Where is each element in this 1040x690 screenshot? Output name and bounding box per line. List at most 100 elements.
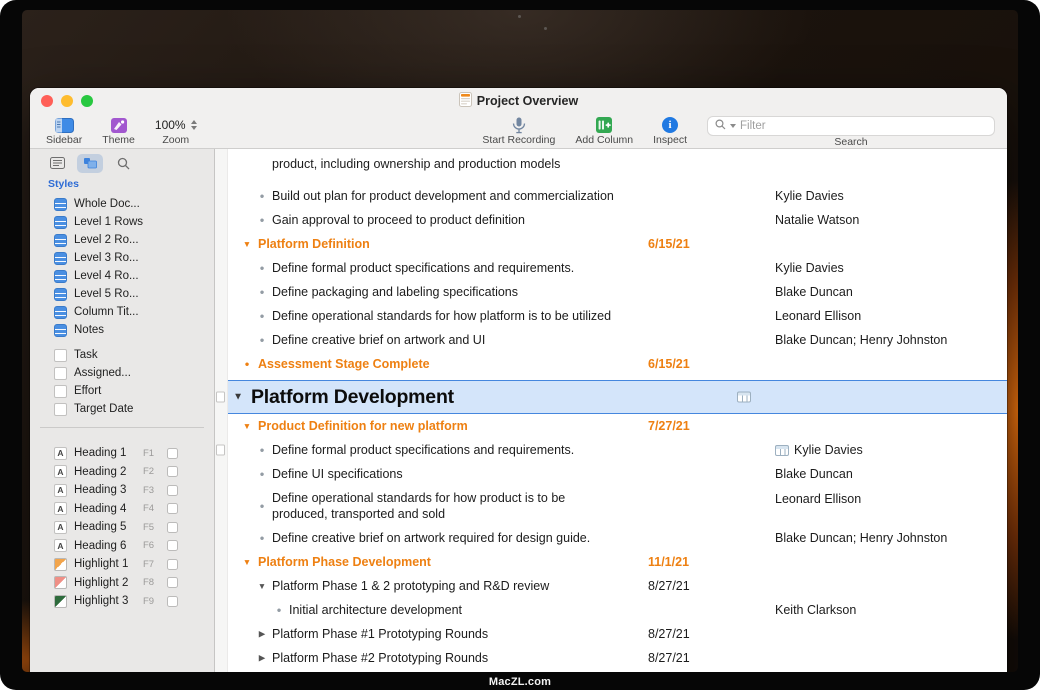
named-style-item[interactable]: AHeading 1F1 [30,444,214,463]
style-preview-icon [54,216,67,229]
outline-row[interactable]: •Define formal product specifications an… [228,438,1007,462]
style-item[interactable]: Effort [30,382,214,400]
filter-input[interactable] [740,120,987,132]
toolbar: Sidebar Theme 100% [30,114,1007,149]
tab-styles[interactable] [77,154,103,173]
row-handle-bullet[interactable]: • [272,603,286,618]
outline-row[interactable]: •Assessment Stage Complete6/15/21 [228,352,1007,376]
outline-row[interactable]: ▼Platform Phase 1 & 2 prototyping and R&… [228,574,1007,598]
row-handle-bullet[interactable]: • [240,357,254,372]
style-item[interactable]: Notes [30,321,214,339]
zoom-stepper-icon[interactable] [191,120,197,130]
assigned-name: Leonard Ellison [775,492,861,506]
disclosure-triangle-collapsed-icon[interactable]: ▶ [255,629,269,640]
fullscreen-button[interactable] [81,95,93,107]
outline-row-selected[interactable]: ▼Platform Development [228,380,1007,414]
filter-field[interactable] [707,116,995,136]
minimize-button[interactable] [61,95,73,107]
disclosure-triangle-expanded-icon[interactable]: ▼ [231,392,245,403]
outline-row[interactable]: •Define formal product specifications an… [228,256,1007,280]
row-handle-bullet[interactable]: • [255,309,269,324]
row-handle-bullet[interactable]: • [255,499,269,514]
named-style-item[interactable]: AHeading 2F2 [30,463,214,482]
disclosure-triangle-collapsed-icon[interactable]: ▶ [255,653,269,664]
outline-row[interactable]: •Gain approval to proceed to product def… [228,208,1007,232]
outline-row[interactable]: •Define creative brief on artwork requir… [228,526,1007,550]
style-item[interactable]: Level 1 Rows [30,213,214,231]
style-item[interactable]: Assigned... [30,364,214,382]
tab-contents[interactable] [44,154,70,173]
style-item[interactable]: Whole Doc... [30,195,214,213]
style-item[interactable]: Column Tit... [30,303,214,321]
outline-row[interactable]: •Define UI specificationsBlake Duncan [228,462,1007,486]
style-item[interactable]: Target Date [30,400,214,418]
inspect-button[interactable]: i Inspect [653,116,687,146]
outline-row[interactable]: ▶Platform Phase #1 Prototyping Rounds8/2… [228,622,1007,646]
style-checkbox[interactable] [167,577,178,588]
style-checkbox[interactable] [167,540,178,551]
add-column-button[interactable]: Add Column [575,116,633,146]
assigned-name: Blake Duncan; Henry Johnston [775,531,947,545]
outline-row[interactable]: ▼Product Definition for new platform7/27… [228,414,1007,438]
outline-row[interactable]: ▶Platform Phase #2 Prototyping Rounds8/2… [228,646,1007,670]
outline-row[interactable]: •Define creative brief on artwork and UI… [228,328,1007,352]
start-recording-button[interactable]: Start Recording [482,116,555,146]
chevron-down-icon[interactable] [730,124,736,128]
outline-row[interactable]: •Define packaging and labeling specifica… [228,280,1007,304]
outline-row[interactable]: ▼Platform Definition6/15/21 [228,232,1007,256]
row-handle-bullet[interactable]: • [255,443,269,458]
named-style-item[interactable]: AHeading 6F6 [30,537,214,556]
style-checkbox[interactable] [167,466,178,477]
attachment-table-icon[interactable] [737,392,751,403]
outline-rows: product, including ownership and product… [228,149,1007,672]
named-style-item[interactable]: AHeading 4F4 [30,500,214,519]
outline-row[interactable]: ▼Platform Phase Development11/1/21 [228,550,1007,574]
note-gutter-icon[interactable] [216,445,225,456]
row-handle-bullet[interactable]: • [255,333,269,348]
disclosure-triangle-expanded-icon[interactable]: ▼ [255,581,269,591]
search-icon [715,117,726,135]
disclosure-triangle-expanded-icon[interactable]: ▼ [240,557,254,567]
style-item[interactable]: Level 5 Ro... [30,285,214,303]
style-item[interactable]: Level 3 Ro... [30,249,214,267]
named-style-item[interactable]: Highlight 2F8 [30,574,214,593]
heading-style-icon: A [54,539,67,552]
style-checkbox[interactable] [167,503,178,514]
outline-row[interactable]: •Build out plan for product development … [228,184,1007,208]
sidebar-toggle-button[interactable]: Sidebar [46,116,82,146]
named-style-item[interactable]: Highlight 3F9 [30,592,214,611]
style-item[interactable]: Level 2 Ro... [30,231,214,249]
disclosure-triangle-expanded-icon[interactable]: ▼ [240,239,254,249]
close-button[interactable] [41,95,53,107]
named-style-item[interactable]: AHeading 3F3 [30,481,214,500]
row-handle-bullet[interactable]: • [255,189,269,204]
row-handle-bullet[interactable]: • [255,285,269,300]
outline-row[interactable]: •Define operational standards for how pr… [228,486,1007,526]
style-list: Whole Doc...Level 1 RowsLevel 2 Ro...Lev… [30,195,214,418]
outline-row[interactable]: •Initial architecture developmentKeith C… [228,598,1007,622]
style-checkbox[interactable] [167,448,178,459]
row-assigned-cell: Kylie Davies [775,443,863,457]
disclosure-triangle-expanded-icon[interactable]: ▼ [240,421,254,431]
named-style-item[interactable]: AHeading 5F5 [30,518,214,537]
row-handle-bullet[interactable]: • [255,467,269,482]
style-checkbox[interactable] [167,485,178,496]
zoom-control[interactable]: 100% Zoom [155,116,197,146]
named-style-item[interactable]: Highlight 1F7 [30,555,214,574]
style-checkbox[interactable] [167,596,178,607]
note-gutter-icon[interactable] [216,392,225,403]
theme-button[interactable]: Theme [102,116,135,146]
row-handle-bullet[interactable]: • [255,531,269,546]
attachment-table-icon[interactable] [775,445,789,456]
outline-row[interactable]: •Define operational standards for how pl… [228,304,1007,328]
row-handle-bullet[interactable]: • [255,213,269,228]
tab-find[interactable] [110,154,136,173]
style-item[interactable]: Level 4 Ro... [30,267,214,285]
style-item[interactable]: Task [30,346,214,364]
microphone-icon [512,116,526,134]
style-checkbox[interactable] [167,559,178,570]
row-handle-bullet[interactable]: • [255,261,269,276]
style-checkbox[interactable] [167,522,178,533]
outline-row[interactable]: product, including ownership and product… [228,149,1007,184]
row-text: Define creative brief on artwork require… [272,531,590,545]
